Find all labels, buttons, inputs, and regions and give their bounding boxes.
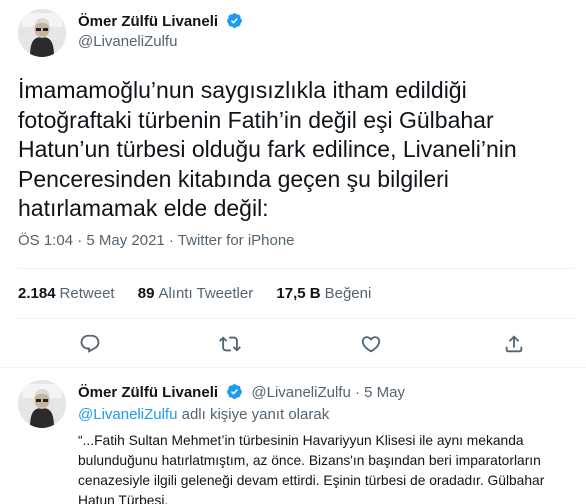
retweet-button[interactable] bbox=[217, 331, 243, 357]
avatar[interactable] bbox=[18, 9, 66, 57]
quotes-label: Alıntı Tweetler bbox=[158, 285, 254, 302]
author-name-text: Ömer Zülfü Livaneli bbox=[78, 384, 219, 401]
quotes-count: 89 bbox=[137, 285, 155, 302]
retweets-count: 2.184 bbox=[18, 285, 56, 302]
reply-icon bbox=[80, 334, 100, 353]
replying-mention[interactable]: @LivaneliZulfu bbox=[78, 406, 177, 423]
like-icon bbox=[361, 336, 381, 353]
reply-text: “...Fatih Sultan Mehmet’in türbesinin Ha… bbox=[78, 433, 545, 504]
tweet-stats: 2.184 Retweet 89 Alıntı Tweetler 17,5 B Beğ… bbox=[18, 285, 390, 302]
divider bbox=[18, 318, 574, 319]
share-button[interactable] bbox=[501, 331, 527, 357]
divider bbox=[18, 268, 574, 269]
replying-suffix: adlı kişiye yanıt olarak bbox=[177, 406, 330, 423]
quotes-stat[interactable]: 89 Alıntı Tweetler bbox=[138, 285, 253, 302]
tweet-actions bbox=[0, 331, 586, 357]
author-name-text: Ömer Zülfü Livaneli bbox=[78, 13, 219, 30]
reply-button[interactable] bbox=[77, 331, 103, 357]
author-name[interactable]: Ömer Zülfü Livaneli bbox=[78, 12, 243, 30]
replying-to: @LivaneliZulfu adlı kişiye yanıt olarak bbox=[78, 406, 329, 423]
tweet-text: İmamamoğlu’nun saygısızlıkla itham edild… bbox=[18, 77, 517, 221]
reply-handle-date[interactable]: @LivaneliZulfu · 5 May bbox=[251, 384, 405, 401]
reply-author[interactable]: Ömer Zülfü Livaneli @LivaneliZulfu · 5 M… bbox=[78, 383, 405, 401]
retweets-label: Retweet bbox=[59, 285, 115, 302]
likes-stat[interactable]: 17,5 B Beğeni bbox=[276, 285, 371, 302]
tweet-timestamp[interactable]: ÖS 1:04 · 5 May 2021 · Twitter for iPhon… bbox=[18, 232, 295, 249]
retweet-icon bbox=[219, 336, 241, 352]
retweets-stat[interactable]: 2.184 Retweet bbox=[18, 285, 115, 302]
verified-badge-icon bbox=[227, 13, 243, 28]
like-button[interactable] bbox=[358, 331, 384, 357]
avatar[interactable] bbox=[18, 380, 66, 428]
likes-count: 17,5 B bbox=[276, 285, 321, 302]
likes-label: Beğeni bbox=[324, 285, 372, 302]
divider bbox=[0, 367, 586, 368]
share-icon bbox=[505, 335, 523, 353]
author-handle[interactable]: @LivaneliZulfu bbox=[78, 33, 177, 50]
verified-badge-icon bbox=[227, 384, 243, 399]
